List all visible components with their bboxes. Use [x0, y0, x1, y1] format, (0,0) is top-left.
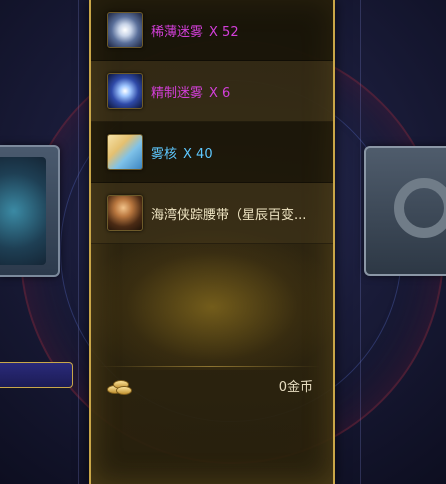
reward-item-qty: X 40	[183, 146, 213, 162]
mist-core-icon[interactable]	[107, 134, 143, 170]
mist-thin-icon[interactable]	[107, 12, 143, 48]
reward-item-text: 稀薄迷雾 X 52	[151, 21, 239, 40]
gold-coins-icon	[107, 377, 132, 395]
belt-icon[interactable]	[107, 195, 143, 231]
reward-item-name: 雾核	[151, 146, 178, 162]
gold-footer: 0金币	[107, 370, 313, 400]
reward-item-row[interactable]: 海湾侠踪腰带（星辰百变...	[91, 183, 333, 244]
left-side-badge	[0, 362, 73, 388]
reward-item-name: 精制迷雾	[151, 85, 204, 101]
left-card-image	[0, 157, 46, 265]
reward-item-text: 精制迷雾 X 6	[151, 82, 230, 101]
left-side-card[interactable]	[0, 145, 60, 277]
background-line	[360, 0, 361, 484]
reward-list: 稀薄迷雾 X 52 精制迷雾 X 6 雾核 X 40 海湾侠踪腰带（星辰百变...	[91, 0, 333, 244]
reward-item-row[interactable]: 精制迷雾 X 6	[91, 61, 333, 122]
reward-item-qty: X 52	[209, 24, 239, 40]
gold-amount: 0金币	[278, 379, 313, 395]
reward-item-row[interactable]: 雾核 X 40	[91, 122, 333, 183]
reward-item-row[interactable]: 稀薄迷雾 X 52	[91, 0, 333, 61]
reward-item-name: 稀薄迷雾	[151, 24, 204, 40]
reward-item-name: 海湾侠踪腰带（星辰百变...	[151, 207, 307, 223]
reward-item-qty: X 6	[209, 85, 231, 101]
gear-icon	[394, 178, 446, 238]
reward-item-text: 海湾侠踪腰带（星辰百变...	[151, 204, 306, 223]
reward-item-text: 雾核 X 40	[151, 143, 213, 162]
panel-glow	[91, 230, 333, 370]
mist-refined-icon[interactable]	[107, 73, 143, 109]
background-line	[78, 0, 79, 484]
footer-divider	[99, 366, 321, 367]
reward-panel: 稀薄迷雾 X 52 精制迷雾 X 6 雾核 X 40 海湾侠踪腰带（星辰百变...	[89, 0, 335, 484]
right-side-card[interactable]	[364, 146, 446, 276]
